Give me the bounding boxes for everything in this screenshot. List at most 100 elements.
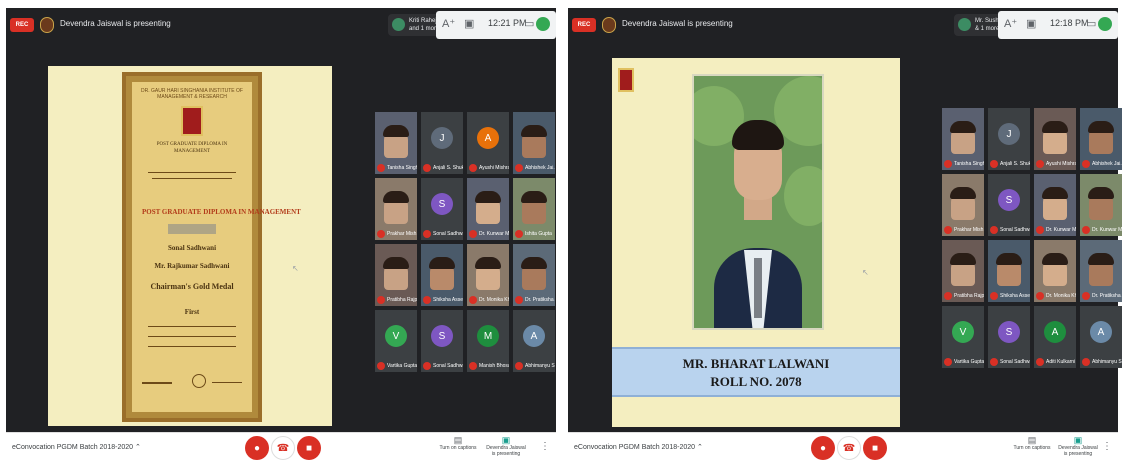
participant-tile[interactable]: S Sonal Sadhwa... (988, 174, 1030, 236)
certificate-header: DR. GAUR HARI SINGHANIA INSTITUTE OF MAN… (141, 88, 243, 100)
cert-title-line2: MANAGEMENT (173, 149, 211, 154)
main-stage: DR. GAUR HARI SINGHANIA INSTITUTE OF MAN… (6, 42, 556, 433)
participant-tile[interactable]: V Vartika Gupta (375, 310, 417, 372)
participant-name: Dr. Monika Kh... (479, 297, 509, 303)
participant-tile[interactable]: Dr. Pratiksha A... (1080, 240, 1122, 302)
cursor-icon: ↖ (862, 268, 869, 277)
participant-tile[interactable]: Shiksha Assem... (988, 240, 1030, 302)
participant-initial-avatar: A (1044, 321, 1066, 343)
present-button[interactable]: ▣ Devendra Jaiswal is presenting (486, 436, 526, 458)
captions-button[interactable]: ▤ Turn on captions (438, 436, 478, 452)
mic-muted-icon (990, 358, 998, 366)
mic-muted-icon (423, 362, 431, 370)
activities-icon[interactable]: ▭ (524, 17, 534, 30)
participant-tile[interactable]: Abhishek Jai... (513, 112, 555, 174)
top-bar: REC Devendra Jaiswal is presenting Mr. S… (568, 8, 1118, 42)
participant-tile[interactable]: Dr. Monika Kh... (1034, 240, 1076, 302)
participant-tile[interactable]: M Manish Bhosa... (467, 310, 509, 372)
present-button[interactable]: ▣ Devendra Jaiswal is presenting (1058, 436, 1098, 458)
participant-name: Abhishek Jai... (525, 165, 555, 171)
roll-number: ROLL NO. 2078 (710, 374, 802, 389)
account-icon[interactable] (1098, 17, 1112, 31)
participant-name: Pratibha Rajput (387, 297, 417, 303)
chat-icon[interactable]: ▣ (1026, 17, 1036, 30)
mic-muted-icon (469, 362, 477, 370)
people-icon[interactable]: A⁺ (1004, 17, 1017, 30)
presenting-text: Devendra Jaiswal is presenting (60, 19, 171, 28)
participant-initial-avatar: S (431, 325, 453, 347)
participant-tile[interactable]: Dr. Pratiksha A... (513, 244, 555, 306)
participant-tile[interactable]: Prakhar Mish... (375, 178, 417, 240)
people-icon[interactable]: A⁺ (442, 17, 455, 30)
mic-muted-icon (1082, 292, 1090, 300)
pinned-participant-chip[interactable]: Kriti Raheja and 1 more (388, 14, 440, 36)
chevron-up-icon: ⌃ (696, 444, 703, 451)
mic-muted-icon (1082, 358, 1090, 366)
activities-icon[interactable]: ▭ (1086, 17, 1096, 30)
meeting-name[interactable]: eConvocation PGDM Batch 2018-2020 ⌃ (574, 443, 703, 451)
participant-name: Anjali S. Shukla (433, 165, 463, 171)
mic-muted-icon (944, 292, 952, 300)
meeting-name[interactable]: eConvocation PGDM Batch 2018-2020 ⌃ (12, 443, 141, 451)
participant-tile[interactable]: S Sonal Sadhwa... (988, 306, 1030, 368)
participant-tile[interactable]: Ishita Gupta (513, 178, 555, 240)
participant-tile[interactable]: Ayushi Mishra (1034, 108, 1076, 170)
participant-name: Ayushi Mishra (479, 165, 509, 171)
participant-tile[interactable]: Dr. Kunwar Mi... (1080, 174, 1122, 236)
account-icon[interactable] (536, 17, 550, 31)
avatar (958, 18, 971, 31)
participant-tile[interactable]: V Vartika Gupta (942, 306, 984, 368)
participant-name: Abhimanyu Si... (1092, 359, 1122, 365)
mic-muted-icon (1082, 226, 1090, 234)
leave-call-button[interactable]: ☎ (271, 436, 295, 460)
chat-icon[interactable]: ▣ (464, 17, 474, 30)
participant-tile[interactable]: Dr. Kunwar M... (1034, 174, 1076, 236)
participant-tile[interactable]: J Anjali S. Shukla (988, 108, 1030, 170)
participant-name: Tanisha Singhal (387, 165, 417, 171)
more-options-icon[interactable]: ⋮ (1102, 441, 1112, 452)
participant-tile[interactable]: Pratibha Rajput (375, 244, 417, 306)
participant-name: Anjali S. Shukla (1000, 161, 1030, 167)
participant-name: Shiksha Assem... (1000, 293, 1030, 299)
mic-muted-icon (990, 160, 998, 168)
presenter-avatar (40, 17, 54, 33)
captions-button[interactable]: ▤ Turn on captions (1012, 436, 1052, 452)
participant-name: Pratibha Rajput (954, 293, 984, 299)
participant-tile[interactable]: Tanisha Singhal (375, 112, 417, 174)
signature-right (212, 382, 242, 383)
participant-tile[interactable]: Abhishek Jai... (1080, 108, 1122, 170)
bottom-bar: eConvocation PGDM Batch 2018-2020 ⌃ ● ☎ … (568, 432, 1118, 463)
mic-muted-icon (469, 230, 477, 238)
participant-tile[interactable]: A Aditi Kulkarni (1034, 306, 1076, 368)
more-options-icon[interactable]: ⋮ (540, 441, 550, 452)
participant-tile[interactable]: S Sonal Sadhwa... (421, 178, 463, 240)
top-toolbar: A⁺ ▣ 12:18 PM ▭ (998, 11, 1118, 39)
participant-tile[interactable]: A Abhimanyu Si... (513, 310, 555, 372)
participant-name: Sonal Sadhwa... (1000, 359, 1030, 365)
participant-tile[interactable]: Prakhar Mish... (942, 174, 984, 236)
participant-tile[interactable]: Dr. Monika Kh... (467, 244, 509, 306)
leave-call-button[interactable]: ☎ (837, 436, 861, 460)
participant-tile[interactable]: Dr. Kunwar M... (467, 178, 509, 240)
participant-tile[interactable]: Shiksha Assem... (421, 244, 463, 306)
program-name: POST GRADUATE DIPLOMA IN MANAGEMENT (142, 208, 301, 216)
mic-toggle-button[interactable]: ● (811, 436, 835, 460)
participant-tile[interactable]: A Abhimanyu Si... (1080, 306, 1122, 368)
camera-toggle-button[interactable]: ■ (863, 436, 887, 460)
participant-tile[interactable]: Pratibha Rajput (942, 240, 984, 302)
mic-muted-icon (469, 164, 477, 172)
mic-muted-icon (423, 230, 431, 238)
graduate-name: MR. BHARAT LALWANI (682, 356, 830, 371)
participant-tile[interactable]: A Ayushi Mishra (467, 112, 509, 174)
grade: First (184, 308, 200, 316)
participant-tile[interactable]: Tanisha Singhal (942, 108, 984, 170)
participant-name: Dr. Kunwar Mi... (1092, 227, 1122, 233)
clock-time: 12:18 PM (1050, 18, 1089, 28)
mic-toggle-button[interactable]: ● (245, 436, 269, 460)
participant-name: Prakhar Mish... (387, 231, 417, 237)
participant-tile[interactable]: J Anjali S. Shukla (421, 112, 463, 174)
main-stage: MR. BHARAT LALWANI ROLL NO. 2078 ↖ Tanis… (568, 42, 1122, 433)
camera-toggle-button[interactable]: ■ (297, 436, 321, 460)
participant-tile[interactable]: S Sonal Sadhwa... (421, 310, 463, 372)
participant-initial-avatar: J (998, 123, 1020, 145)
